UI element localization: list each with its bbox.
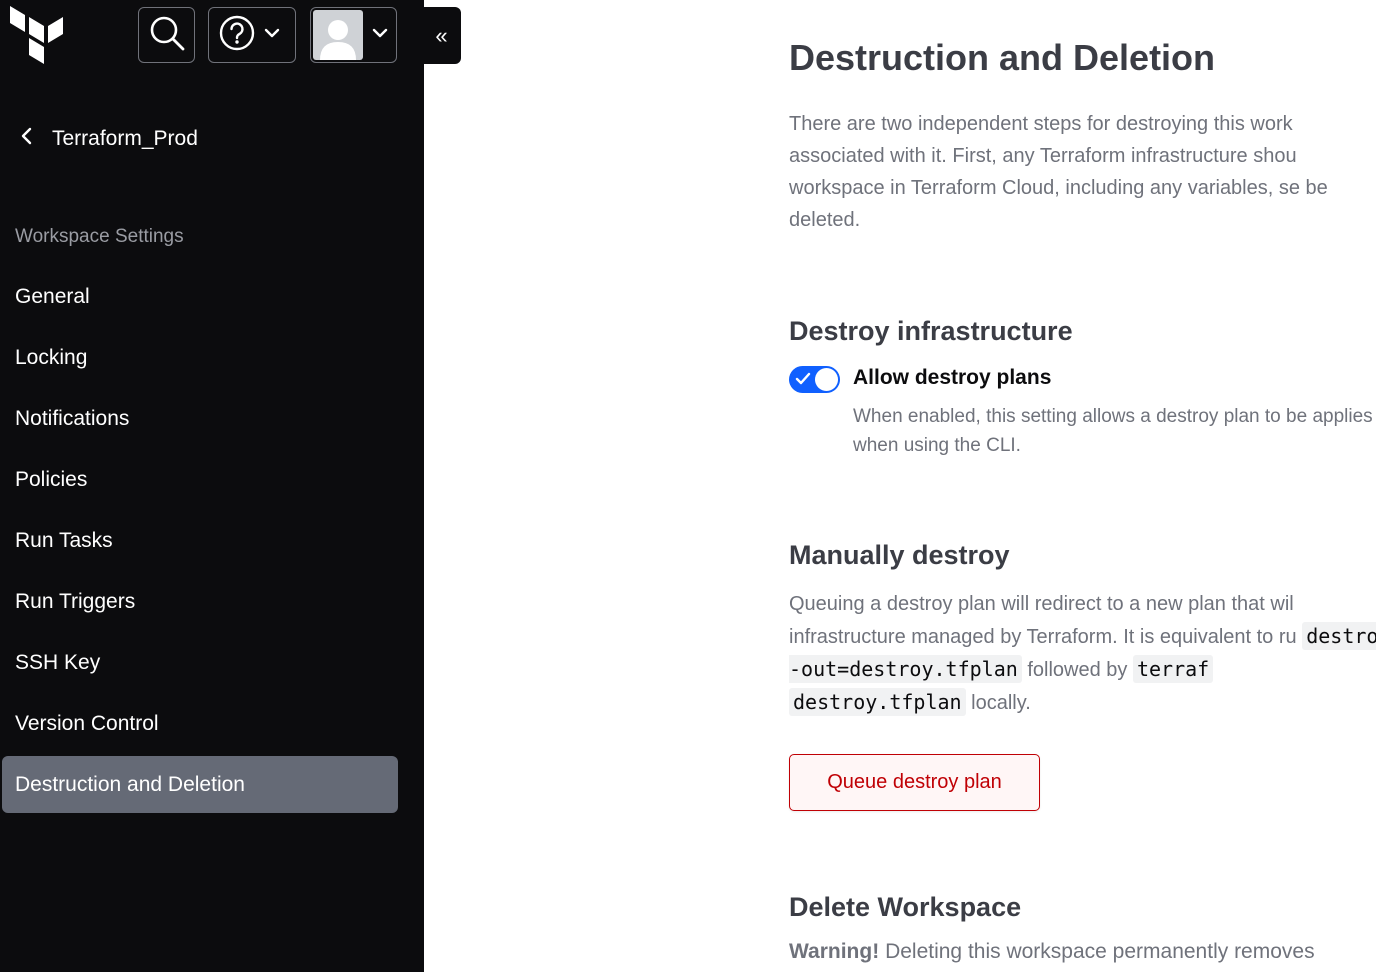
sidebar-item-destruction-and-deletion[interactable]: Destruction and Deletion — [2, 756, 398, 813]
queue-destroy-plan-button[interactable]: Queue destroy plan — [789, 754, 1040, 811]
followed-by-text: followed by — [1027, 659, 1128, 681]
locally-text: locally. — [971, 692, 1031, 714]
main-content: Destruction and Deletion There are two i… — [789, 0, 1376, 972]
chevron-down-icon — [263, 26, 281, 44]
settings-nav: General Locking Notifications Policies R… — [2, 268, 398, 817]
toggle-knob — [815, 368, 838, 391]
double-chevron-left-icon: « — [435, 22, 448, 48]
help-menu-button[interactable] — [208, 7, 296, 63]
back-to-workspace-link[interactable]: Terraform_Prod — [18, 126, 198, 152]
terraform-logo[interactable] — [10, 6, 70, 68]
chevron-down-icon — [371, 26, 389, 44]
destroy-infrastructure-heading: Destroy infrastructure — [789, 316, 1073, 346]
plan-file-code: destroy.tfplan — [789, 688, 966, 716]
manually-destroy-heading: Manually destroy — [789, 540, 1010, 570]
workspace-name: Terraform_Prod — [52, 127, 198, 150]
sidebar-item-notifications[interactable]: Notifications — [2, 390, 398, 447]
section-label: Workspace Settings — [15, 226, 184, 247]
manual-destroy-description: Queuing a destroy plan will redirect to … — [789, 588, 1376, 719]
allow-destroy-plans-label: Allow destroy plans — [853, 366, 1052, 389]
sidebar: Terraform_Prod Workspace Settings Genera… — [0, 0, 424, 972]
delete-warning: Warning! Deleting this workspace permane… — [789, 940, 1376, 964]
check-icon — [795, 371, 811, 392]
avatar — [313, 10, 363, 60]
apply-command-code: terraf — [1132, 655, 1214, 683]
page-title: Destruction and Deletion — [789, 37, 1216, 78]
delete-workspace-heading: Delete Workspace — [789, 892, 1022, 922]
intro-text: There are two independent steps for dest… — [789, 113, 1328, 231]
allow-destroy-plans-help: When enabled, this setting allows a dest… — [853, 406, 1373, 456]
user-menu-button[interactable] — [310, 7, 397, 63]
warning-text: Deleting this workspace permanently remo… — [885, 940, 1315, 963]
sidebar-item-general[interactable]: General — [2, 268, 398, 325]
sidebar-item-locking[interactable]: Locking — [2, 329, 398, 386]
allow-destroy-plans-toggle[interactable] — [789, 366, 840, 393]
sidebar-item-policies[interactable]: Policies — [2, 451, 398, 508]
sidebar-item-ssh-key[interactable]: SSH Key — [2, 634, 398, 691]
manual-destroy-text: Queuing a destroy plan will redirect to … — [789, 593, 1297, 648]
search-button[interactable] — [138, 7, 195, 63]
help-circle-icon — [219, 15, 255, 56]
chevron-left-icon — [18, 126, 34, 152]
sidebar-item-run-triggers[interactable]: Run Triggers — [2, 573, 398, 630]
sidebar-item-version-control[interactable]: Version Control — [2, 695, 398, 752]
search-icon — [149, 15, 185, 56]
sidebar-item-run-tasks[interactable]: Run Tasks — [2, 512, 398, 569]
collapse-sidebar-button[interactable]: « — [422, 7, 461, 64]
warning-label: Warning! — [789, 940, 880, 963]
